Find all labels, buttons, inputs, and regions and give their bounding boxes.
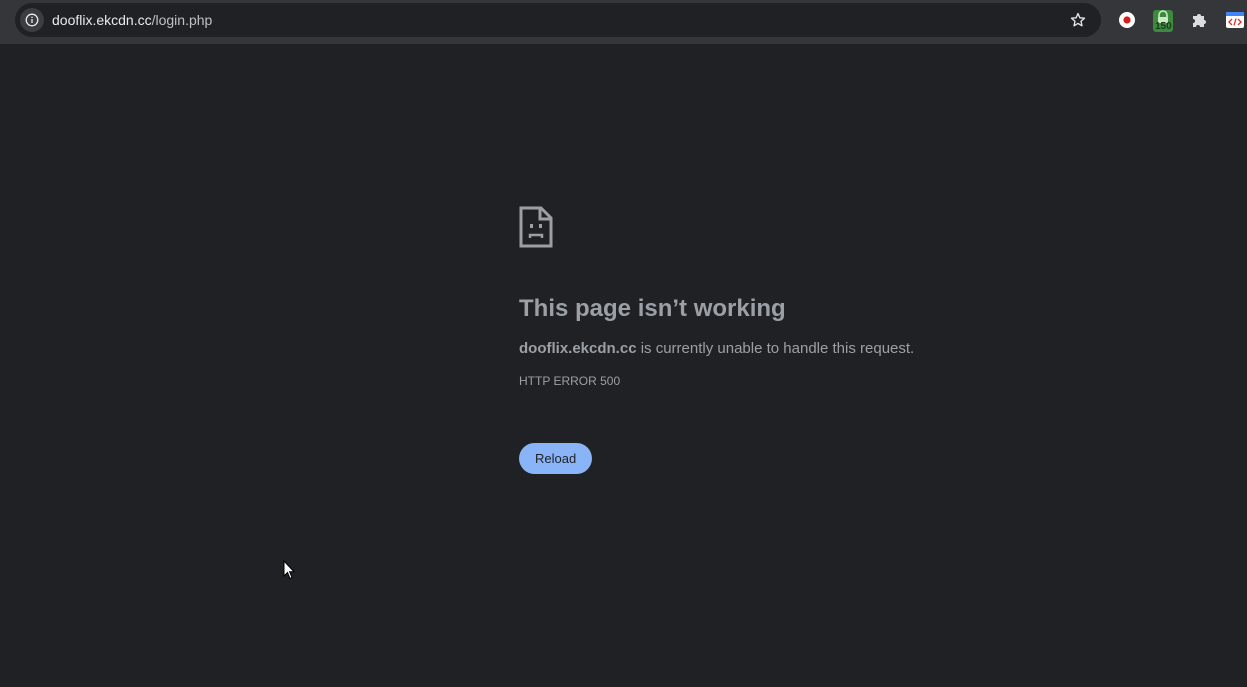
error-heading: This page isn’t working [519, 295, 786, 322]
info-icon[interactable] [20, 8, 44, 32]
url-text[interactable]: dooflix.ekcdn.cc/login.php [52, 12, 212, 28]
error-summary: dooflix.ekcdn.cc is currently unable to … [519, 338, 1119, 360]
mouse-cursor-icon [283, 559, 296, 580]
devtools-extension-icon[interactable] [1225, 10, 1245, 30]
record-extension-icon[interactable] [1117, 10, 1137, 30]
badge-extension-icon[interactable]: 150 [1152, 9, 1174, 33]
error-code: HTTP ERROR 500 [519, 374, 621, 388]
sad-page-icon [519, 206, 553, 248]
puzzle-extension-icon[interactable] [1189, 10, 1209, 30]
address-bar[interactable]: dooflix.ekcdn.cc/login.php [15, 3, 1101, 37]
error-summary-text: is currently unable to handle this reque… [636, 340, 915, 357]
error-page: This page isn’t working dooflix.ekcdn.cc… [519, 206, 1119, 474]
reload-button[interactable]: Reload [519, 443, 593, 474]
url-host: dooflix.ekcdn.cc [52, 12, 152, 28]
star-icon[interactable] [1069, 11, 1087, 29]
browser-toolbar: dooflix.ekcdn.cc/login.php 150 [0, 0, 1247, 44]
error-host: dooflix.ekcdn.cc [519, 340, 637, 357]
extension-badge: 150 [1155, 21, 1172, 32]
url-path: /login.php [151, 12, 213, 28]
